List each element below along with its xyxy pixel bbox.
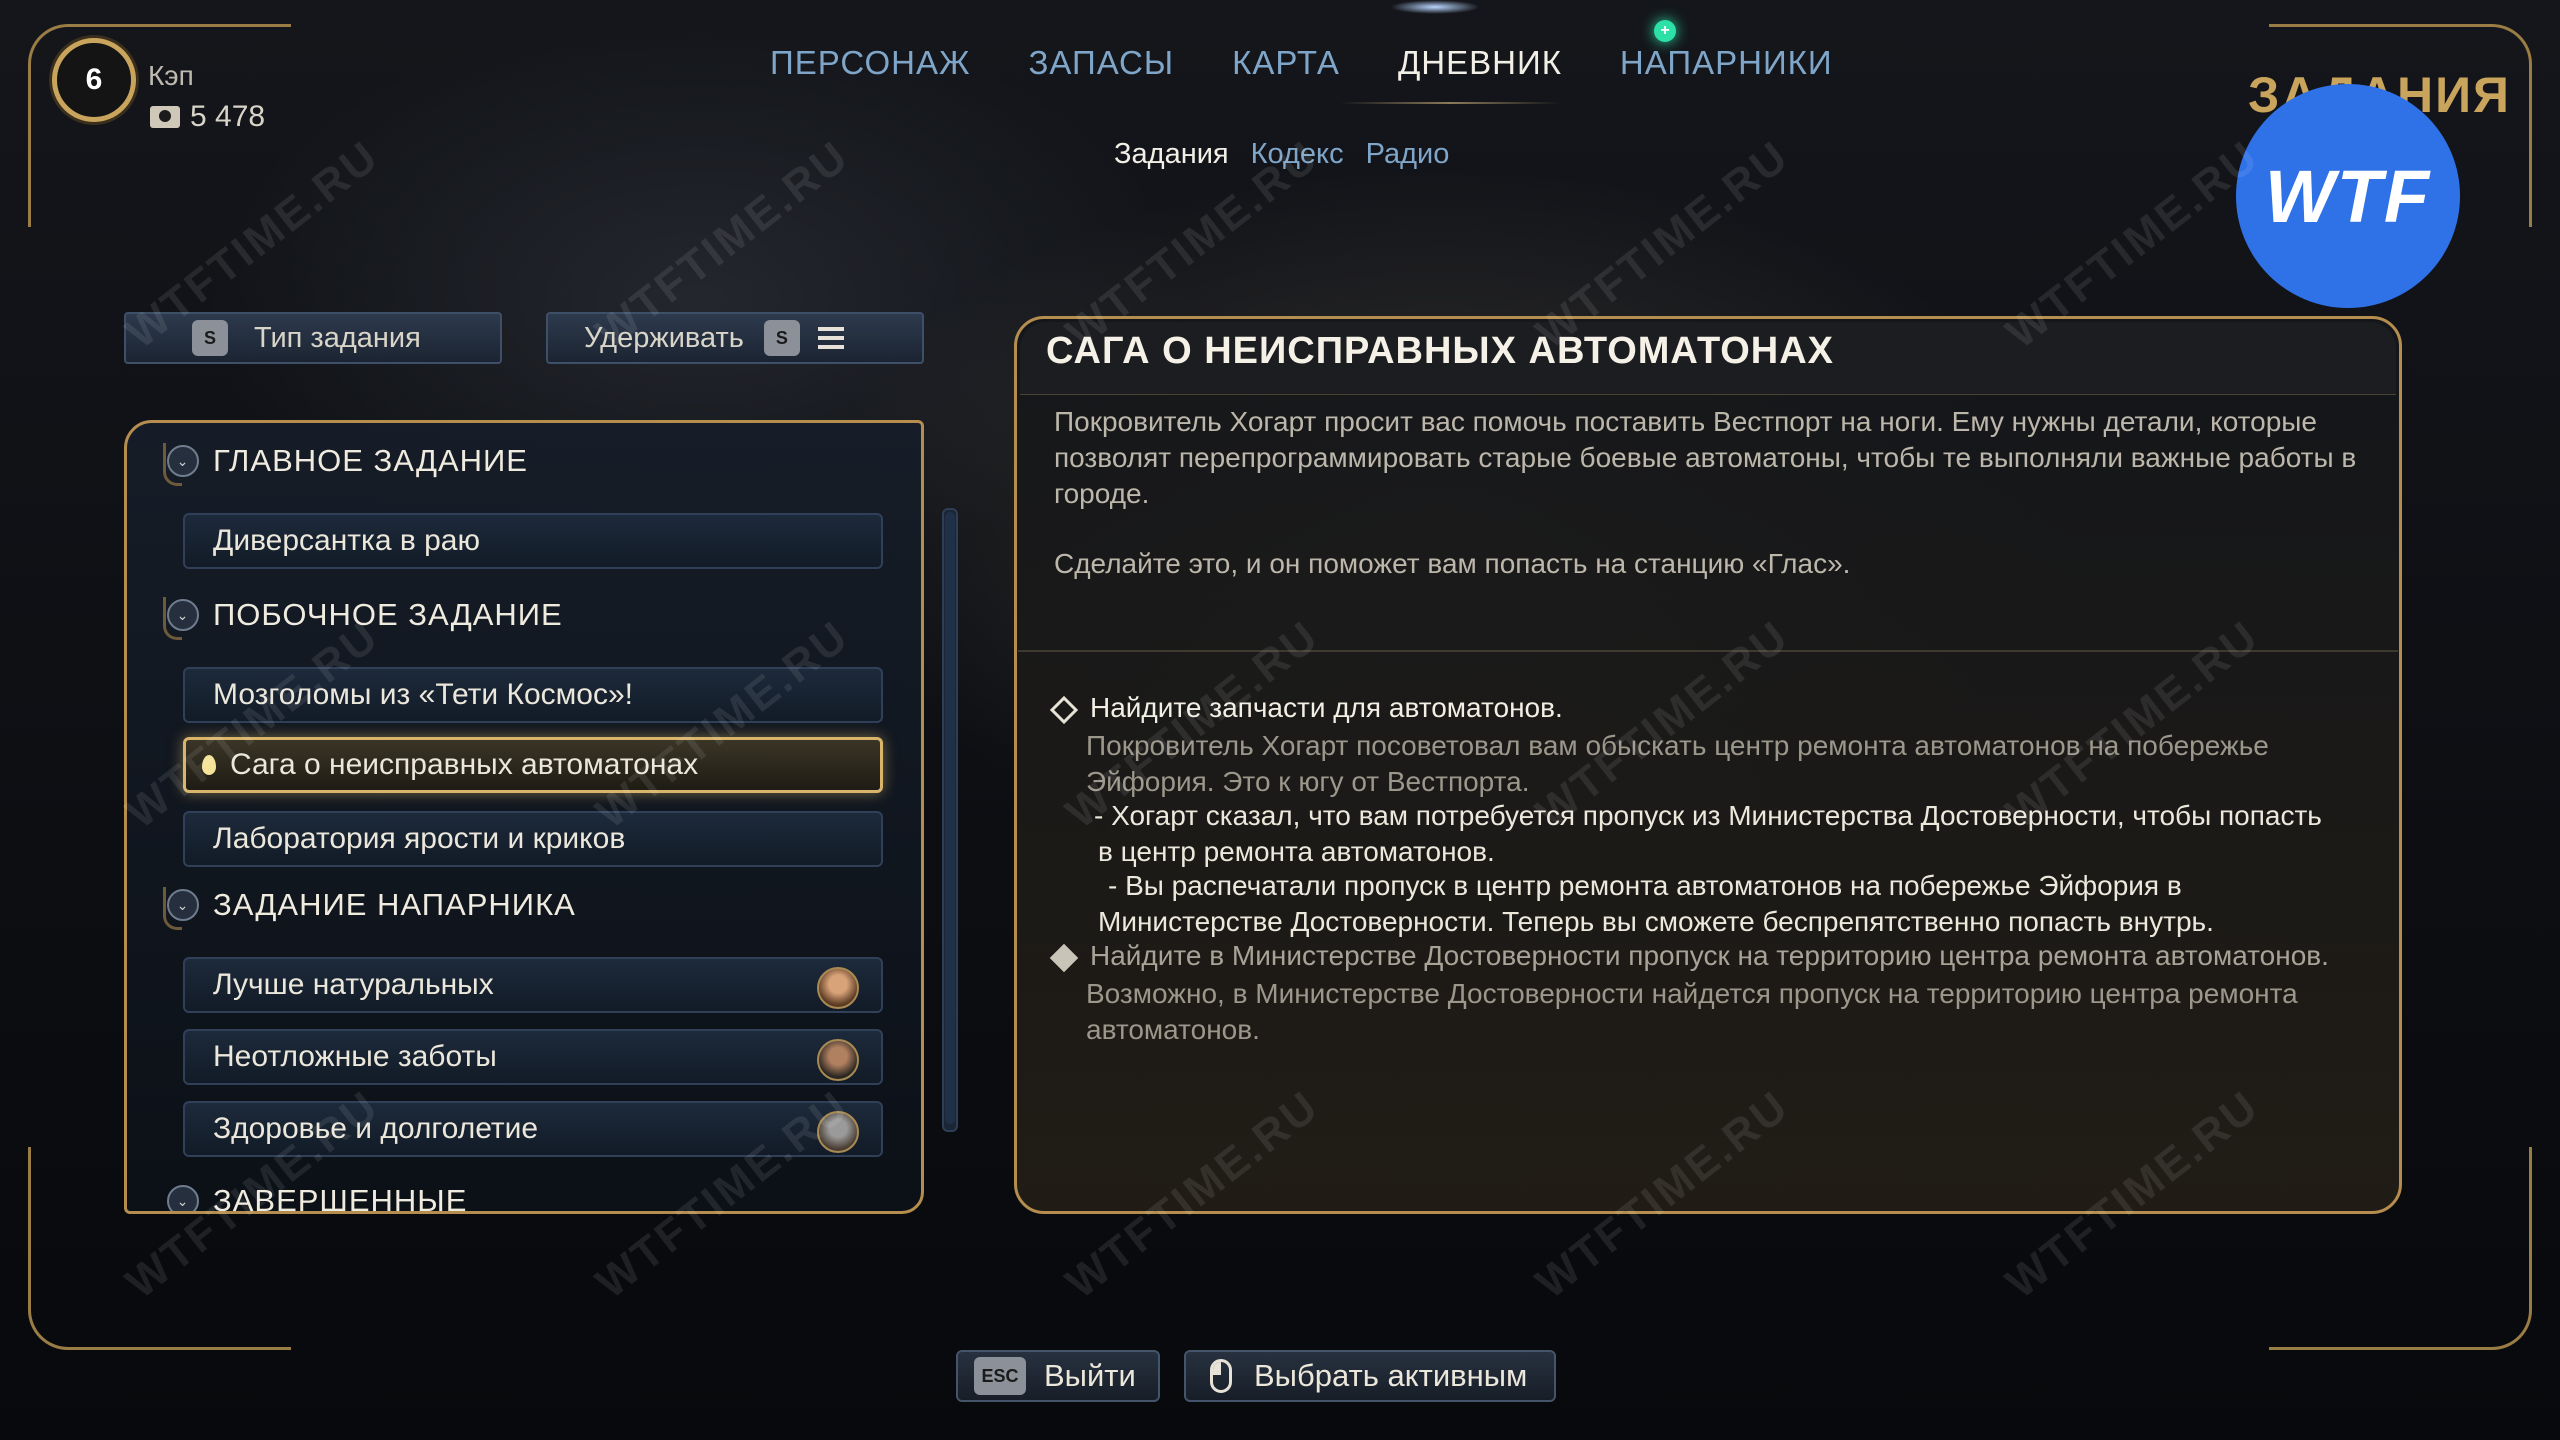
key-s-icon: S [192, 320, 228, 356]
exit-button[interactable]: ESC Выйти [956, 1350, 1160, 1402]
tab-map[interactable]: КАРТА [1232, 44, 1340, 82]
chevron-down-icon: ⌄ [167, 889, 199, 921]
quest-type-filter-label: Тип задания [254, 321, 421, 354]
top-nav: ПЕРСОНАЖ ЗАПАСЫ КАРТА ДНЕВНИК НАПАРНИКИ [770, 44, 1833, 82]
money-value: 5 478 [190, 100, 266, 133]
quest-label: Диверсантка в раю [213, 524, 480, 557]
category-title: ПОБОЧНОЕ ЗАДАНИЕ [213, 597, 563, 632]
level-value: 6 [85, 63, 103, 96]
subtab-quests[interactable]: Задания [1114, 138, 1229, 171]
chevron-down-icon: ⌄ [167, 445, 199, 477]
esc-key-icon: ESC [974, 1357, 1026, 1395]
money-icon [150, 106, 180, 128]
set-active-label: Выбрать активным [1254, 1358, 1528, 1393]
companion-portrait-icon [817, 1039, 859, 1081]
objective-subnote: - Хогарт сказал, что вам потребуется про… [1094, 800, 2322, 867]
companion-portrait-icon [817, 967, 859, 1009]
key-s-icon: S [763, 320, 800, 356]
set-active-button[interactable]: Выбрать активным [1184, 1350, 1556, 1402]
category-title: ЗАДАНИЕ НАПАРНИКА [213, 887, 576, 922]
objective-subnote: - Вы распечатали пропуск в центр ремонта… [1098, 870, 2214, 937]
quest-item-selected[interactable]: Сага о неисправных автоматонах [183, 737, 883, 793]
description-paragraph: Покровитель Хогарт просит вас помочь пос… [1054, 406, 2357, 509]
quest-list-panel: ⌄ ГЛАВНОЕ ЗАДАНИЕ Диверсантка в раю ⌄ ПО… [124, 420, 924, 1214]
player-name: Кэп [148, 60, 194, 91]
quest-item[interactable]: Диверсантка в раю [183, 513, 883, 569]
tab-inventory[interactable]: ЗАПАСЫ [1028, 44, 1174, 82]
tab-journal[interactable]: ДНЕВНИК [1398, 44, 1562, 82]
money-display: 5 478 [150, 100, 265, 134]
mouse-left-click-icon [1210, 1359, 1232, 1393]
objective-note: Возможно, в Министерстве Достоверности н… [1086, 978, 2298, 1045]
quest-item[interactable]: Лаборатория ярости и криков [183, 811, 883, 867]
subtab-radio[interactable]: Радио [1366, 138, 1450, 171]
quest-title: САГА О НЕИСПРАВНЫХ АВТОМАТОНАХ [1046, 330, 1835, 372]
objective-note: Покровитель Хогарт посоветовал вам обыск… [1086, 730, 2269, 797]
category-companion[interactable]: ⌄ ЗАДАНИЕ НАПАРНИКА [167, 887, 576, 923]
tab-character[interactable]: ПЕРСОНАЖ [770, 44, 970, 82]
category-title: ГЛАВНОЕ ЗАДАНИЕ [213, 443, 528, 478]
quest-item[interactable]: Лучше натуральных [183, 957, 883, 1013]
objective-title: Найдите в Министерстве Достоверности про… [1090, 940, 2329, 971]
quest-label: Лучше натуральных [213, 968, 494, 1001]
exit-label: Выйти [1044, 1358, 1136, 1393]
tab-companions[interactable]: НАПАРНИКИ [1620, 44, 1833, 82]
description-paragraph: Сделайте это, и он поможет вам попасть н… [1054, 548, 1851, 579]
scrollbar-thumb[interactable] [945, 512, 955, 1124]
quest-item[interactable]: Неотложные заботы [183, 1029, 883, 1085]
wtf-logo-badge: WTF [2236, 84, 2460, 308]
quest-description: Покровитель Хогарт просит вас помочь пос… [1054, 404, 2374, 582]
category-main[interactable]: ⌄ ГЛАВНОЕ ЗАДАНИЕ [167, 443, 528, 479]
notification-dot-icon: + [1654, 20, 1676, 42]
level-indicator: 6 [52, 38, 136, 122]
nav-glow [1390, 0, 1480, 14]
sort-icon [817, 325, 854, 351]
quest-label: Неотложные заботы [213, 1040, 497, 1073]
chevron-down-icon: ⌄ [167, 599, 199, 631]
quest-label: Лаборатория ярости и криков [213, 822, 626, 855]
nav-underline [1340, 102, 1560, 104]
